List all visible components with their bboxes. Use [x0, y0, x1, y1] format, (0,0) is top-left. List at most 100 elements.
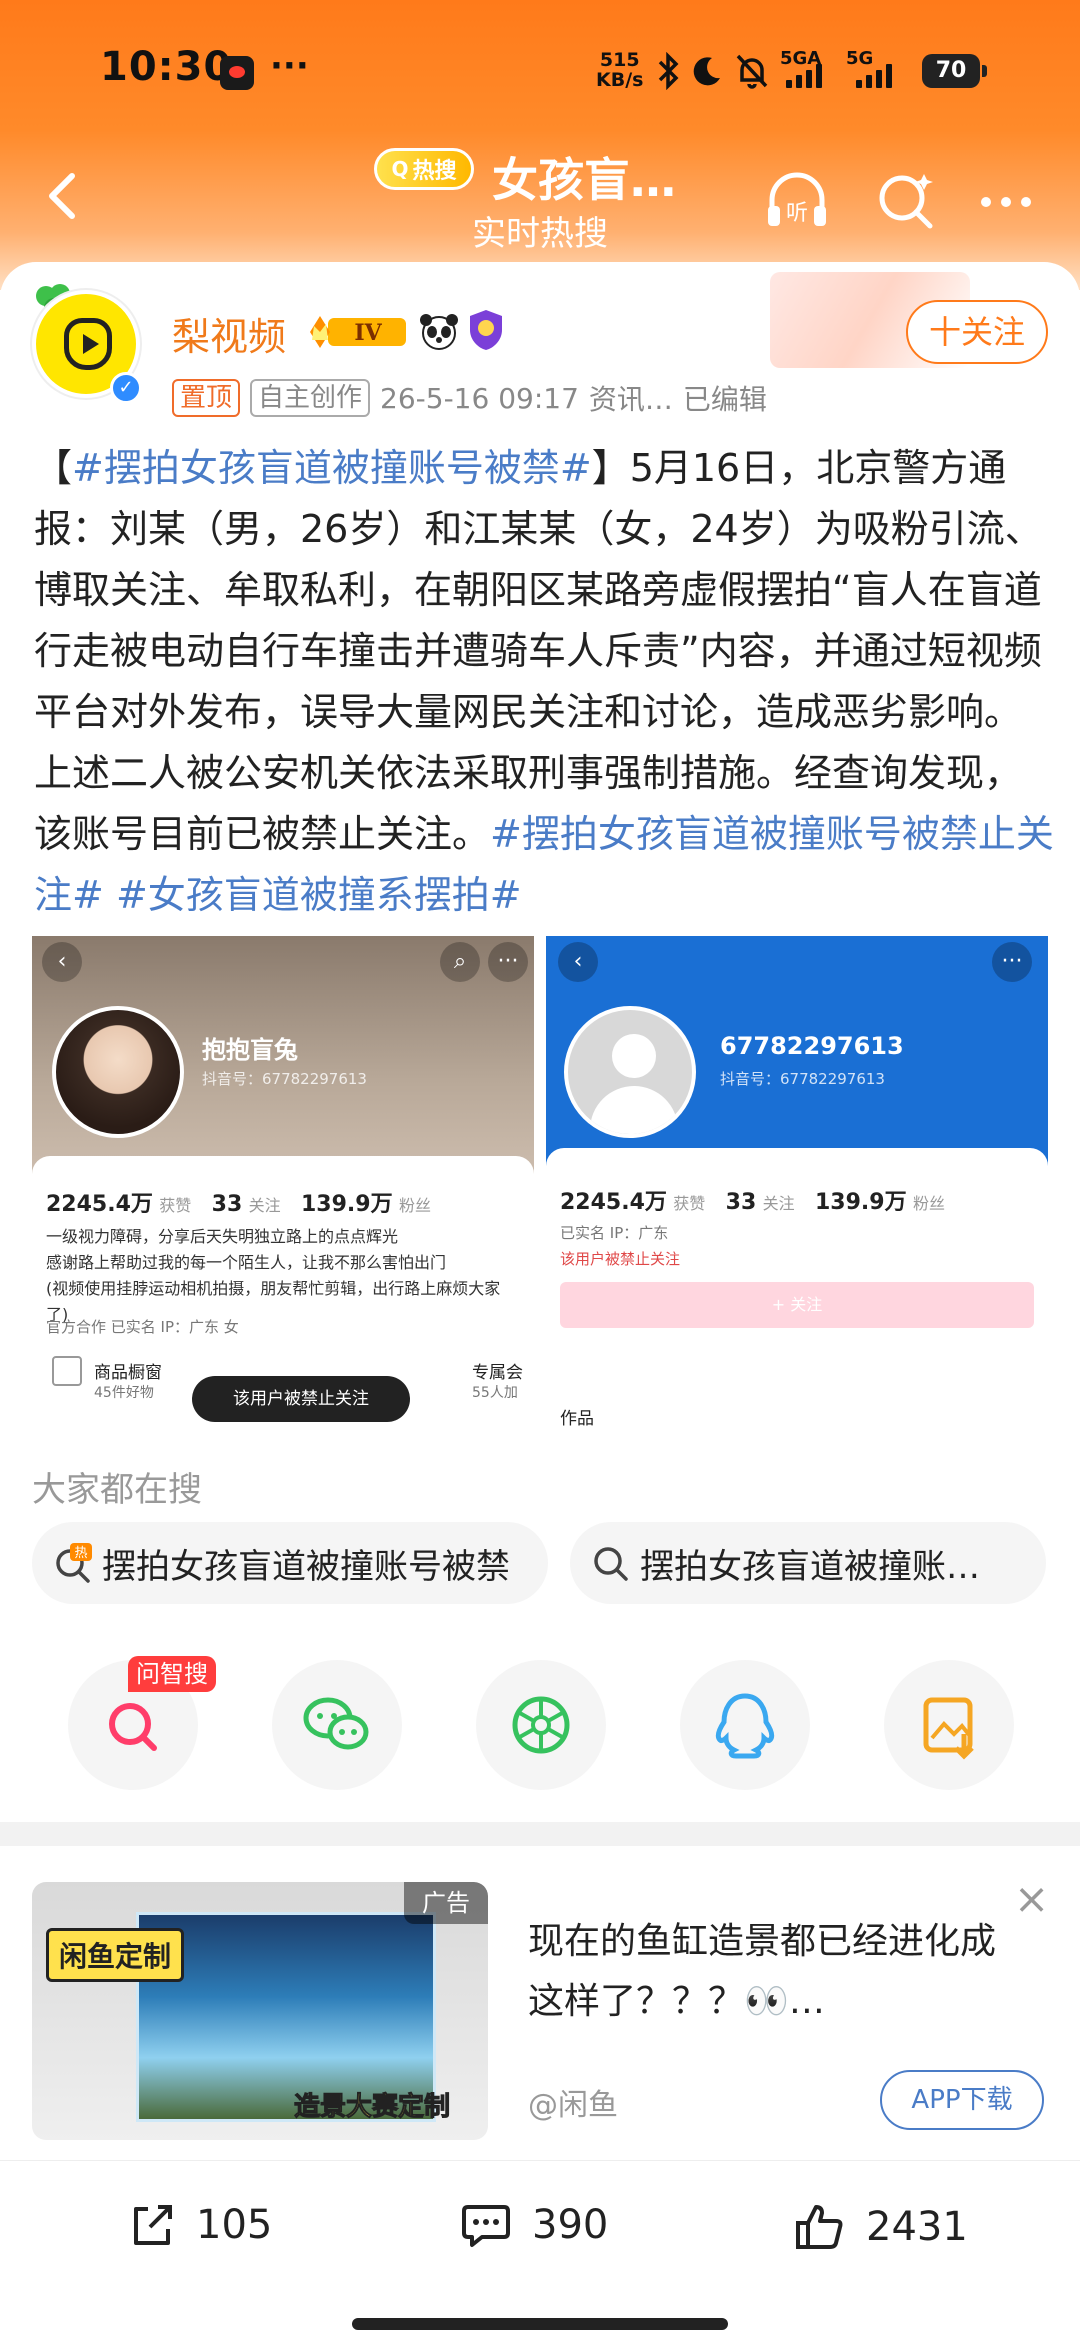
shop-sub: 45件好物: [94, 1385, 154, 1401]
do-not-disturb-moon-icon: [693, 57, 720, 86]
search-suggestion-1[interactable]: 热 摆拍女孩盲道被撞账号被禁: [32, 1522, 548, 1604]
save-image-button[interactable]: [884, 1660, 1014, 1790]
banned-toast: 该用户被禁止关注: [192, 1376, 410, 1422]
post-source[interactable]: 资讯…: [589, 378, 673, 418]
original-content-tag: 自主创作: [250, 379, 371, 417]
mute-bell-icon: [736, 54, 768, 89]
shield-badge-icon: [470, 310, 502, 350]
battery-indicator: 70: [922, 54, 987, 88]
listen-headphone-icon[interactable]: 听: [762, 166, 832, 236]
vip-label: 专属会: [472, 1363, 523, 1383]
shop-label: 商品橱窗: [94, 1363, 162, 1383]
shop-icon: [52, 1356, 82, 1386]
search-suggestion-label: 摆拍女孩盲道被撞账…: [640, 1546, 980, 1587]
verified-badge-icon: ✓: [110, 372, 142, 404]
shot-back-icon: ‹: [558, 942, 598, 982]
moments-share-button[interactable]: [476, 1660, 606, 1790]
network-speed: 515 KB/s: [596, 49, 644, 91]
ad-label: 广告: [404, 1882, 488, 1924]
svg-text:听: 听: [786, 201, 808, 226]
vip-sub: 55人加: [472, 1385, 518, 1401]
moments-icon: [512, 1696, 570, 1754]
ad-image[interactable]: 闲鱼定制 造景大赛定制 广告: [32, 1882, 488, 2140]
follow-button[interactable]: 十关注: [906, 300, 1048, 364]
thumbs-up-icon: [796, 2205, 843, 2249]
weibo-notification-icon: [220, 56, 254, 90]
home-indicator[interactable]: [352, 2318, 728, 2330]
post-text: [104, 873, 116, 917]
search-suggestion-2[interactable]: 摆拍女孩盲道被撞账…: [570, 1522, 1046, 1604]
comment-icon: [462, 2205, 510, 2247]
post-image-left[interactable]: ‹ ⌕ ··· 抱抱盲兔 抖音号：67782297613 2245.4万 获赞 …: [32, 936, 534, 1432]
disabled-follow-button: + 关注: [560, 1282, 1034, 1328]
profile-meta: 官方合作 已实名 IP：广东 女: [46, 1318, 239, 1336]
ad-title[interactable]: 现在的鱼缸造景都已经进化成这样了？？？👀…: [528, 1912, 1028, 2032]
profile-bio: 一级视力障碍，分享后天失明独立路上的点点辉光 感谢路上帮助过我的每一个陌生人，让…: [46, 1227, 501, 1324]
profile-id: 抖音号：67782297613: [720, 1070, 885, 1088]
hot-search-icon: 热: [56, 1543, 92, 1583]
comment-count: 390: [532, 2202, 609, 2248]
repost-button[interactable]: 105: [128, 2201, 272, 2249]
post-time: 26-5-16 09:17: [380, 381, 579, 415]
level-badge-icon: IV: [310, 316, 406, 348]
more-notifications-icon: ···: [270, 46, 309, 86]
hashtag-link[interactable]: #女孩盲道被撞系摆拍#: [116, 873, 522, 917]
default-avatar: [564, 1006, 696, 1138]
post-meta: 置顶 自主创作 26-5-16 09:17 资讯… 已编辑: [172, 378, 767, 418]
shot-search-icon: ⌕: [440, 942, 480, 982]
comment-button[interactable]: 390: [460, 2201, 608, 2249]
hot-search-badge: Q 热搜: [374, 148, 474, 190]
search-small-icon: Q: [391, 157, 409, 181]
ad-source[interactable]: @闲鱼: [528, 2080, 618, 2124]
wechat-share-button[interactable]: [272, 1660, 402, 1790]
profile-stats: 2245.4万 获赞 33 关注 139.9万 粉丝: [560, 1190, 945, 1215]
status-time: 10:30: [100, 44, 233, 90]
shot-more-icon: ···: [992, 942, 1032, 982]
profile-id: 抖音号：67782297613: [202, 1070, 367, 1088]
svg-text:IV: IV: [354, 320, 382, 346]
repost-icon: [134, 2205, 172, 2245]
shot-more-icon: ···: [488, 942, 528, 982]
post-body: 【#摆拍女孩盲道被撞账号被禁#】5月16日，北京警方通报：刘某（男，26岁）和江…: [34, 438, 1054, 926]
signal-sim1-icon: [786, 64, 822, 88]
wechat-icon: [303, 1697, 369, 1750]
bluetooth-icon: [658, 52, 679, 90]
section-divider: [0, 1822, 1080, 1846]
ad-overlay-tag: 闲鱼定制: [46, 1928, 185, 1982]
search-icon[interactable]: [872, 166, 942, 236]
signal-sim2-icon: [856, 64, 892, 88]
banned-notice: 该用户被禁止关注: [560, 1250, 681, 1268]
qq-share-button[interactable]: [680, 1660, 810, 1790]
profile-stats: 2245.4万 获赞 33 关注 139.9万 粉丝: [46, 1192, 431, 1217]
repost-count: 105: [196, 2202, 273, 2248]
status-bar: 10:30 ··· 515 KB/s 5GA 5G 70: [0, 0, 1080, 140]
svg-text:热: 热: [74, 1546, 87, 1561]
pear-video-logo-icon: [64, 318, 112, 370]
search-icon: [594, 1547, 628, 1581]
qq-icon: [715, 1693, 775, 1759]
ad-overlay-caption: 造景大赛定制: [293, 2092, 451, 2123]
search-suggestion-label: 摆拍女孩盲道被撞账号被禁: [102, 1546, 510, 1587]
post-text: 【: [34, 446, 73, 490]
app-download-button[interactable]: APP下载: [880, 2070, 1044, 2130]
post-image-right[interactable]: ‹ ··· 67782297613 抖音号：67782297613 2245.4…: [546, 936, 1048, 1432]
page-title: 女孩盲…: [492, 153, 676, 207]
like-button[interactable]: 2431: [794, 2201, 968, 2253]
more-options-icon[interactable]: [972, 166, 1042, 236]
like-count: 2431: [866, 2204, 968, 2250]
profile-meta: 已实名 IP：广东: [560, 1224, 669, 1242]
ai-search-badge: 问智搜: [128, 1656, 216, 1692]
works-tab: 作品: [560, 1409, 594, 1429]
post-text: 】5月16日，北京警方通报：刘某（男，26岁）和江某某（女，24岁）为吸粉引流、…: [34, 446, 1043, 856]
author-name[interactable]: 梨视频: [172, 306, 286, 361]
profile-avatar: [52, 1006, 184, 1138]
shot-back-icon: ‹: [42, 942, 82, 982]
profile-name: 抱抱盲兔: [202, 1036, 298, 1064]
edited-label[interactable]: 已编辑: [683, 378, 767, 418]
navigation-bar: Q 热搜 女孩盲… 实时热搜 听: [0, 130, 1080, 280]
hashtag-link[interactable]: #摆拍女孩盲道被撞账号被禁#: [72, 446, 592, 490]
pinned-tag: 置顶: [172, 379, 241, 417]
save-image-icon: [923, 1697, 974, 1760]
profile-name: 67782297613: [720, 1032, 904, 1060]
search-suggestions-heading: 大家都在搜: [32, 1470, 202, 1510]
